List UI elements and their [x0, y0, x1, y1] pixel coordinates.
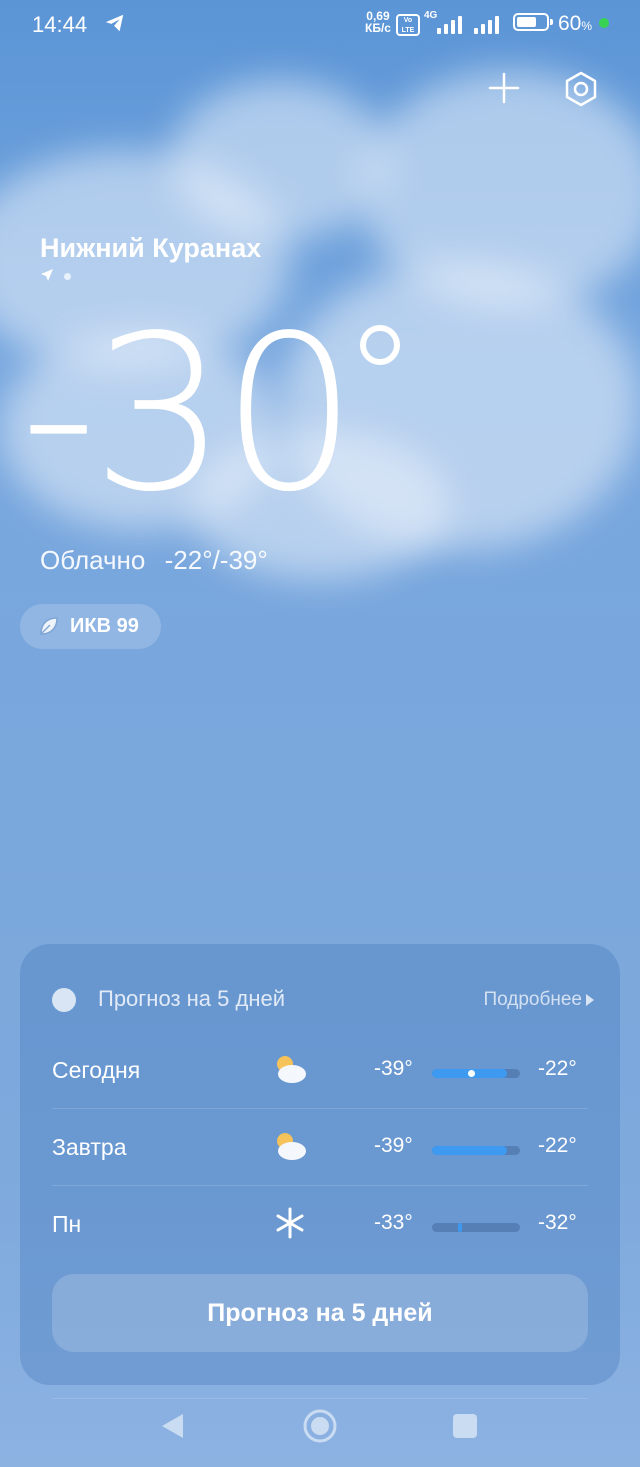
signal-icon-2 [474, 14, 504, 34]
forecast-day: Сегодня [52, 1057, 141, 1083]
more-link[interactable]: Подробнее [483, 989, 582, 1011]
aqi-label: ИКВ 99 [70, 615, 139, 637]
forecast-row[interactable]: Сегодня -39° -22° [52, 1033, 588, 1109]
battery-icon [513, 13, 553, 31]
chevron-right-icon[interactable] [586, 994, 594, 1006]
current-temperature: -30 [20, 290, 358, 539]
city-name[interactable]: Нижний Куранах [40, 233, 261, 264]
network-speed: 0,69 КБ/с [365, 9, 391, 35]
row-divider [52, 1185, 588, 1186]
condition-summary: Облачно -22°/-39° [40, 545, 280, 576]
forecast-high: -22° [538, 1134, 577, 1157]
row-divider [52, 1108, 588, 1109]
partly-cloudy-icon [277, 1056, 306, 1083]
condition-text: Облачно [40, 545, 146, 575]
forecast-low: -39° [374, 1057, 413, 1080]
navigation-bar [0, 1398, 640, 1467]
privacy-indicator-dot [599, 18, 609, 28]
temp-range-fill [457, 1223, 462, 1232]
partly-cloudy-icon [277, 1133, 306, 1160]
temp-range-bar [432, 1146, 520, 1155]
temp-range-bar [432, 1223, 520, 1232]
forecast-low: -33° [374, 1211, 413, 1234]
recent-apps-icon[interactable] [451, 1412, 479, 1440]
status-bar: 14:44 0,69 КБ/с Vo LTE 4G 60% [0, 0, 640, 50]
five-day-forecast-button[interactable]: Прогноз на 5 дней [52, 1274, 588, 1352]
forecast-title: Прогноз на 5 дней [98, 986, 285, 1011]
signal-icon [437, 14, 467, 34]
page-dot [64, 273, 71, 280]
home-icon[interactable] [302, 1408, 338, 1444]
forecast-card: Прогноз на 5 дней Подробнее Сегодня -39°… [20, 944, 620, 1385]
network-type: 4G [424, 10, 438, 21]
forecast-row[interactable]: Пн -33° -32° [52, 1187, 588, 1263]
settings-gear-icon[interactable] [562, 70, 600, 108]
snowflake-icon [276, 1207, 304, 1239]
add-city-icon[interactable] [486, 70, 522, 106]
status-time: 14:44 [32, 12, 88, 37]
leaf-icon [40, 617, 58, 635]
back-icon[interactable] [158, 1411, 188, 1441]
volte-icon: Vo LTE [396, 14, 420, 36]
aqi-badge[interactable]: ИКВ 99 [20, 604, 161, 649]
location-arrow-icon [41, 269, 53, 281]
forecast-high: -32° [538, 1211, 577, 1234]
forecast-day: Завтра [52, 1134, 127, 1160]
temp-range-bar [432, 1069, 520, 1078]
forecast-day: Пн [52, 1211, 82, 1237]
telegram-icon [105, 14, 124, 32]
temp-range: -22°/-39° [164, 545, 268, 575]
calendar-icon [52, 988, 76, 1012]
degree-symbol [360, 325, 400, 365]
battery-percent: 60% [558, 12, 593, 35]
forecast-high: -22° [538, 1057, 577, 1080]
forecast-low: -39° [374, 1134, 413, 1157]
nav-divider [52, 1398, 588, 1399]
temp-range-fill [432, 1146, 507, 1155]
forecast-row[interactable]: Завтра -39° -22° [52, 1110, 588, 1186]
